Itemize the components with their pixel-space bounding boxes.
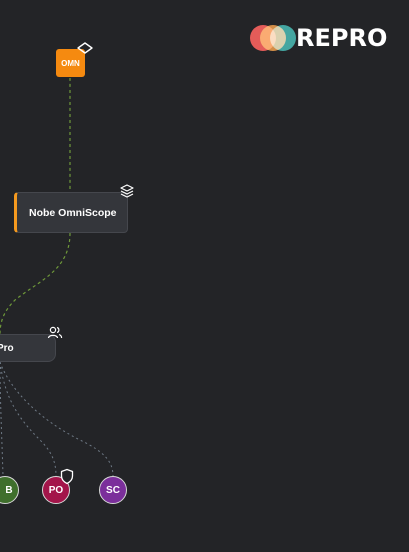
shield-icon (60, 468, 74, 485)
diagram-canvas: REPRO OMN Nobe OmniScope Pro B PO SC (0, 0, 409, 552)
layers-icon (120, 184, 134, 198)
edge-pro-b (0, 361, 4, 477)
member-sc-label: SC (106, 484, 120, 496)
edge-pro-po (0, 361, 57, 477)
member-po-label: PO (48, 484, 64, 496)
node-omniscope[interactable]: Nobe OmniScope (14, 192, 128, 233)
brand-name: REPRO (296, 24, 388, 52)
edge-omniscope-pro (0, 232, 71, 335)
logo-mark-icon (250, 25, 296, 51)
member-sc[interactable]: SC (99, 476, 127, 504)
brand-logo: REPRO (250, 24, 387, 52)
edge-pro-sc (0, 361, 114, 477)
node-pro-label: Pro (0, 342, 14, 354)
member-b-label: B (5, 484, 13, 496)
users-icon (47, 326, 63, 339)
node-omniscope-label: Nobe OmniScope (29, 206, 117, 219)
diamond-icon (77, 42, 93, 54)
